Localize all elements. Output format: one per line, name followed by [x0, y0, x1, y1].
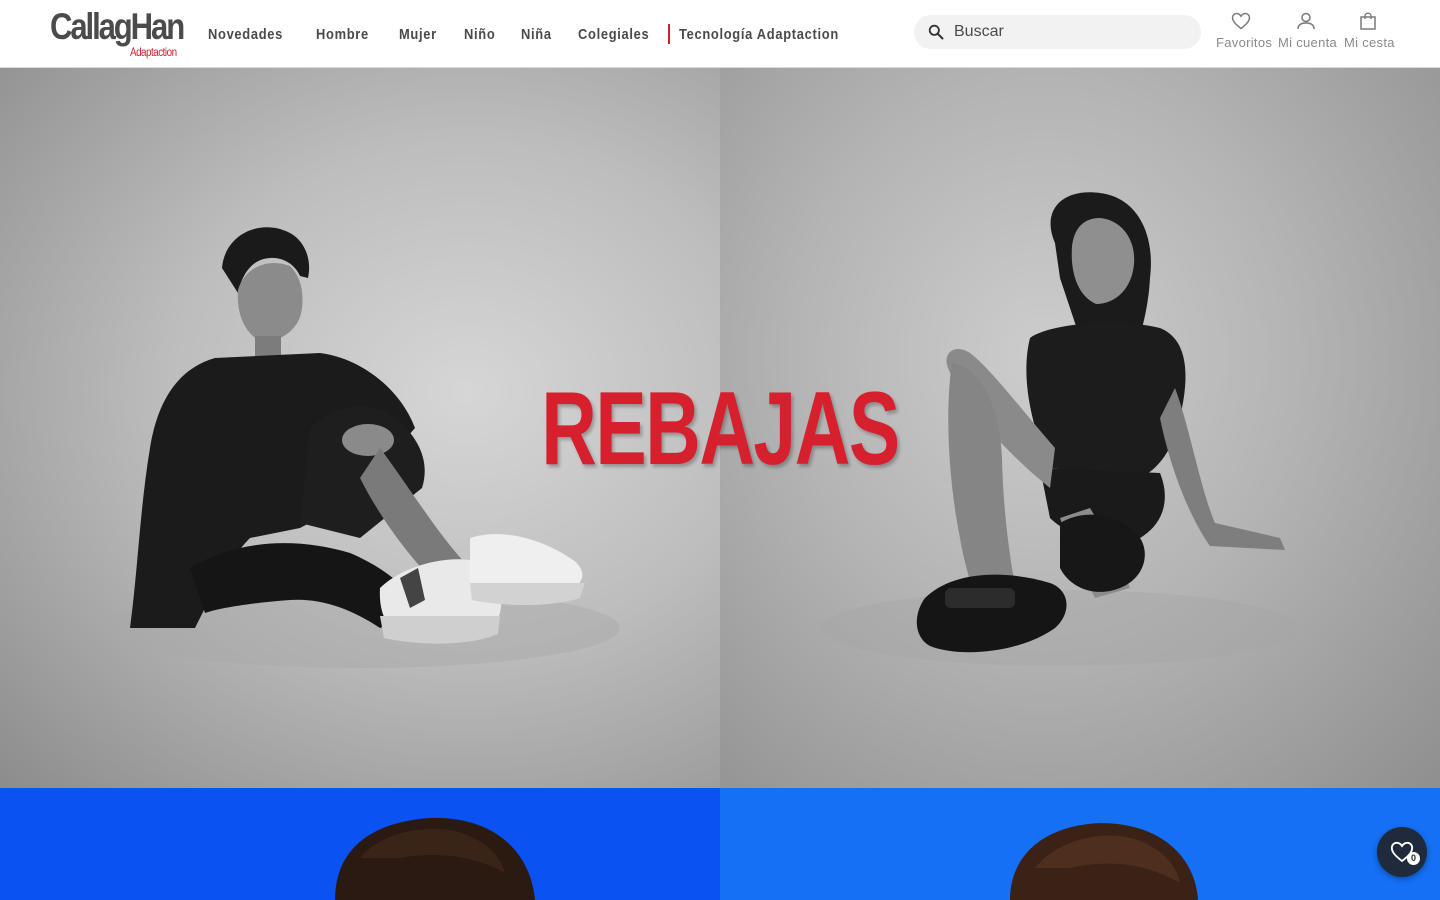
user-icon [1297, 12, 1315, 30]
promo-title[interactable]: REBAJAS [187, 374, 1253, 484]
main-nav: Novedades Hombre Mujer Niño Niña Colegia… [208, 22, 886, 46]
logo-wordmark: CallagHan [50, 6, 185, 47]
account-button[interactable]: Mi cuenta [1278, 12, 1338, 50]
search-input[interactable] [954, 15, 1190, 49]
nav-item-tecnologia[interactable]: Tecnología Adaptaction [679, 26, 839, 43]
secondary-banner[interactable] [0, 788, 1440, 900]
site-header: CallagHan Adaptaction Novedades Hombre M… [0, 0, 1440, 68]
banner-image-left[interactable] [0, 788, 720, 900]
account-label: Mi cuenta [1278, 35, 1338, 50]
search-icon[interactable] [928, 24, 944, 40]
floating-favorites-button[interactable]: 0 [1377, 827, 1427, 877]
person-hair-illustration [335, 817, 535, 900]
nav-separator [668, 24, 671, 44]
logo-subtitle: Adaptaction [130, 45, 177, 59]
bag-icon [1360, 12, 1376, 30]
nav-item-nina[interactable]: Niña [521, 26, 552, 43]
cart-label: Mi cesta [1344, 35, 1395, 50]
brand-logo[interactable]: CallagHan Adaptaction [50, 6, 185, 61]
woman-hair-illustration [1010, 823, 1198, 900]
cart-button[interactable]: Mi cesta [1344, 12, 1395, 50]
nav-item-mujer[interactable]: Mujer [399, 26, 437, 43]
nav-item-novedades[interactable]: Novedades [208, 26, 283, 43]
favorites-count-badge: 0 [1407, 852, 1420, 865]
nav-item-hombre[interactable]: Hombre [316, 26, 369, 43]
heart-icon [1231, 12, 1251, 30]
hero-banner[interactable]: REBAJAS [0, 68, 1440, 788]
nav-item-colegiales[interactable]: Colegiales [578, 26, 649, 43]
favorites-label: Favoritos [1216, 35, 1273, 50]
favorites-button[interactable]: Favoritos [1216, 12, 1273, 50]
search-box[interactable] [914, 15, 1201, 49]
nav-item-nino[interactable]: Niño [464, 26, 495, 43]
banner-image-right[interactable] [720, 788, 1440, 900]
